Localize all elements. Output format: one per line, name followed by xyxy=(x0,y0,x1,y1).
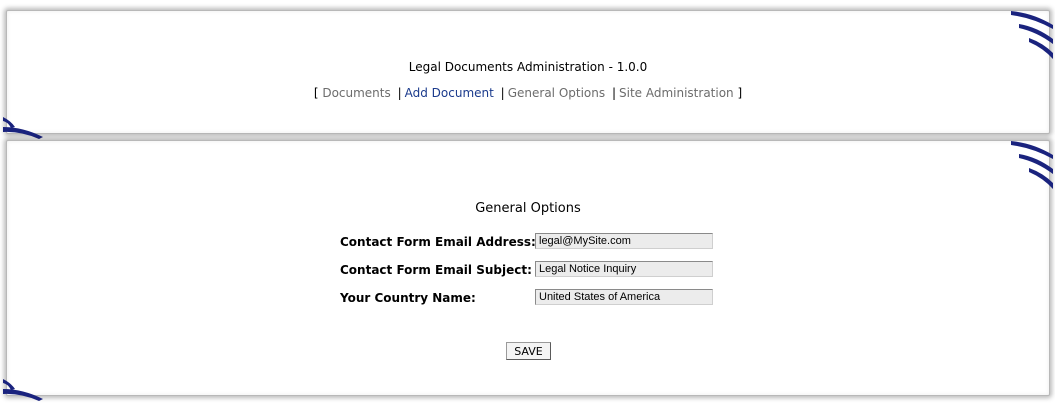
nav-link-documents[interactable]: Documents xyxy=(322,86,390,100)
email-subject-input[interactable] xyxy=(535,261,713,277)
country-name-label: Your Country Name: xyxy=(340,291,476,305)
save-button[interactable]: SAVE xyxy=(506,342,551,360)
header-panel: Legal Documents Administration - 1.0.0 [… xyxy=(3,10,1053,139)
swoosh-corner-icon xyxy=(3,379,43,401)
email-address-label: Contact Form Email Address: xyxy=(340,235,536,249)
nav-separator: | xyxy=(611,86,616,100)
country-name-row: Your Country Name: xyxy=(340,289,740,307)
nav-open-bracket: [ xyxy=(313,86,319,100)
main-panel: General Options Contact Form Email Addre… xyxy=(3,140,1053,401)
email-address-row: Contact Form Email Address: xyxy=(340,233,740,251)
main-navigation: [ Documents | Add Document | General Optio… xyxy=(7,86,1049,100)
nav-close-bracket: ] xyxy=(737,86,743,100)
email-address-input[interactable] xyxy=(535,233,713,249)
app-title: Legal Documents Administration - 1.0.0 xyxy=(408,60,648,74)
swoosh-corner-icon xyxy=(3,117,43,139)
section-title: General Options xyxy=(475,201,581,216)
nav-link-add-document[interactable]: Add Document xyxy=(405,86,494,100)
country-name-input[interactable] xyxy=(535,289,713,305)
nav-separator: | xyxy=(500,86,505,100)
swoosh-corner-icon xyxy=(1011,141,1053,189)
email-subject-label: Contact Form Email Subject: xyxy=(340,263,532,277)
nav-link-site-administration[interactable]: Site Administration xyxy=(619,86,734,100)
swoosh-corner-icon xyxy=(1011,11,1053,59)
nav-separator: | xyxy=(397,86,402,100)
email-subject-row: Contact Form Email Subject: xyxy=(340,261,740,279)
nav-link-general-options[interactable]: General Options xyxy=(508,86,605,100)
